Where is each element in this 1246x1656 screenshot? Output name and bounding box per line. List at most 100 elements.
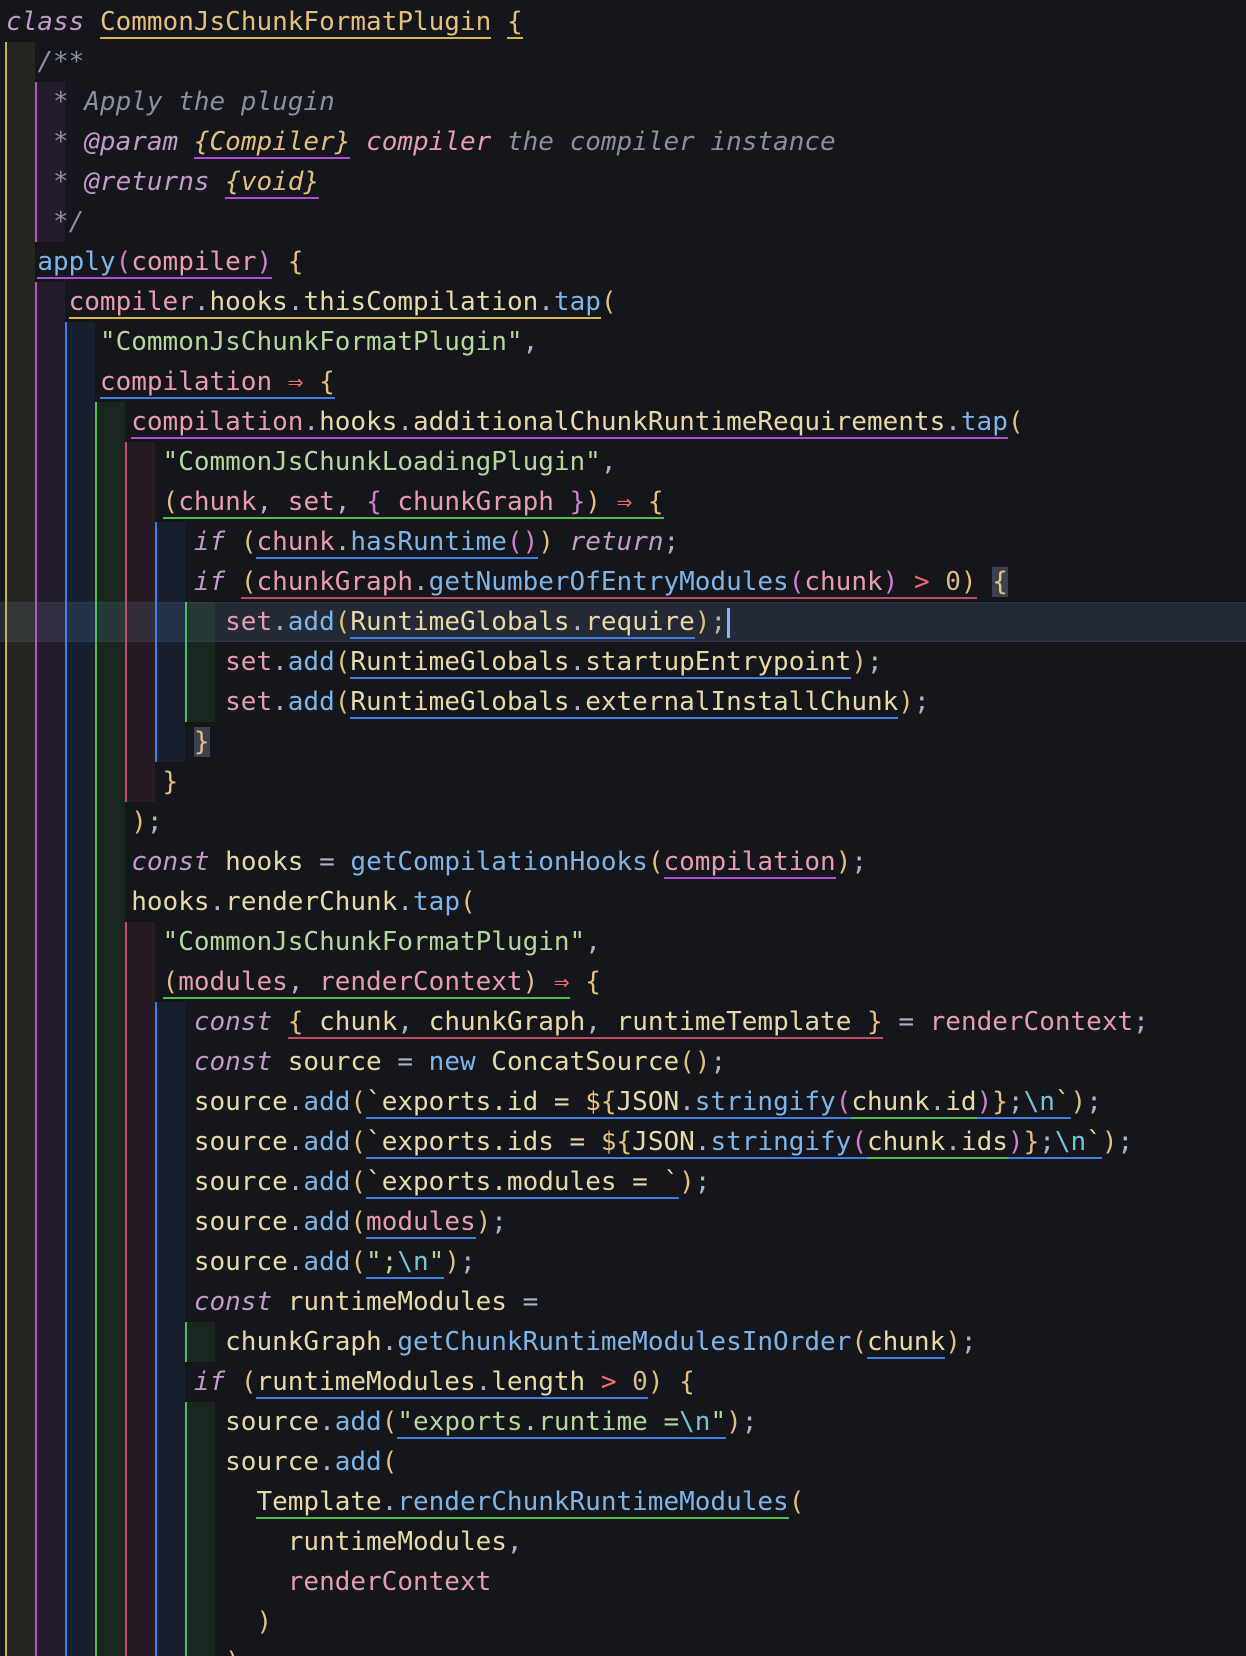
code-token: the compiler instance [491,127,836,157]
code-token: modules [366,1207,476,1239]
code-token: compilation [663,847,836,879]
code-line[interactable]: source.add( [6,1442,397,1482]
code-token: ( [459,887,476,917]
code-line[interactable]: */ [6,202,84,242]
code-token: getCompilationHooks [350,847,648,877]
code-token: tap [960,407,1008,439]
code-token: "exports.runtime = [397,1407,680,1439]
code-line[interactable]: apply(compiler) { [6,242,303,282]
code-line[interactable]: (modules, renderContext) ⇒ { [6,962,601,1002]
code-line[interactable]: const { chunk, chunkGraph, runtimeTempla… [6,1002,1149,1042]
code-token: \n [1023,1087,1055,1119]
code-line[interactable]: set.add(RuntimeGlobals.startupEntrypoint… [6,642,883,682]
code-line[interactable]: } [6,762,179,802]
code-line[interactable]: runtimeModules, [6,1522,523,1562]
code-token: } [569,487,586,519]
code-token: additionalChunkRuntimeRequirements [413,407,946,439]
code-line[interactable]: ) [6,1602,272,1642]
code-token [616,1367,633,1399]
code-line[interactable]: if (runtimeModules.length > 0) { [6,1362,695,1402]
code-line[interactable]: Template.renderChunkRuntimeModules( [6,1482,804,1522]
code-line[interactable]: ); [6,1642,256,1656]
code-token: hasRuntime [350,527,507,559]
code-token: id [945,1087,977,1119]
code-token: " [428,1247,445,1279]
code-line[interactable]: * @param {Compiler} compiler the compile… [6,122,836,162]
code-token: modules [178,967,288,999]
code-line[interactable]: set.add(RuntimeGlobals.externalInstallCh… [6,682,930,722]
code-line[interactable]: * @returns {void} [6,162,320,202]
code-token: . [413,567,429,599]
code-line[interactable]: compilation ⇒ { [6,362,335,402]
code-token: renderChunk [225,887,398,917]
code-token: length [491,1367,586,1399]
code-token: ⇒ [287,367,304,399]
code-token: { [287,247,304,277]
code-line[interactable]: "CommonJsChunkLoadingPlugin", [6,442,617,482]
code-token: set [225,607,273,637]
code-line[interactable]: source.add(modules); [6,1202,507,1242]
code-editor[interactable]: class CommonJsChunkFormatPlugin { /** * … [0,0,1246,1656]
code-token [538,967,554,999]
code-token: if [193,1367,226,1397]
code-line[interactable]: if (chunk.hasRuntime()) return; [6,522,679,562]
code-line[interactable]: const runtimeModules = [6,1282,538,1322]
code-line[interactable]: source.add("exports.runtime =\n"); [6,1402,757,1442]
code-line[interactable]: compilation.hooks.additionalChunkRuntime… [6,402,1024,442]
code-token: ; [459,1247,476,1277]
code-line[interactable]: (chunk, set, { chunkGraph }) ⇒ { [6,482,664,522]
code-token: . [303,407,320,439]
code-line[interactable]: "CommonJsChunkFormatPlugin", [6,322,538,362]
code-token: 0 [945,567,961,599]
code-line[interactable]: } [6,722,210,762]
code-token: runtimeModules [287,1527,507,1557]
code-token: ; [491,1207,507,1237]
code-line[interactable]: source.add(";\n"); [6,1242,476,1282]
code-token: stringify [694,1087,836,1119]
code-token: chunk [867,1127,946,1159]
code-token: getChunkRuntimeModulesInOrder [397,1327,852,1357]
code-line[interactable]: renderContext [6,1562,492,1602]
code-line[interactable]: "CommonJsChunkFormatPlugin", [6,922,601,962]
code-token: /** [37,47,85,77]
code-token [272,367,288,399]
code-line[interactable]: if (chunkGraph.getNumberOfEntryModules(c… [6,562,1008,602]
code-line[interactable]: set.add(RuntimeGlobals.require); [6,602,731,642]
code-token: , [585,1007,617,1039]
code-line[interactable]: /** [6,42,84,82]
code-line[interactable]: source.add(`exports.modules = `); [6,1162,710,1202]
code-line[interactable]: const hooks = getCompilationHooks(compil… [6,842,867,882]
code-line[interactable]: source.add(`exports.ids = ${JSON.stringi… [6,1122,1133,1162]
code-token: = [898,1007,914,1037]
code-line[interactable]: chunkGraph.getChunkRuntimeModulesInOrder… [6,1322,977,1362]
code-token: = [397,1047,414,1077]
code-token: . [381,1327,398,1357]
code-line[interactable]: hooks.renderChunk.tap( [6,882,476,922]
code-line[interactable]: * Apply the plugin [6,82,335,122]
code-token: runtimeModules [287,1287,507,1317]
code-token: * [52,167,85,197]
code-token: renderContext [319,967,523,999]
code-token: ( [334,687,351,717]
code-line[interactable]: ); [6,802,162,842]
code-line[interactable]: compiler.hooks.thisCompilation.tap( [6,282,617,322]
code-line[interactable]: class CommonJsChunkFormatPlugin { [6,2,523,42]
code-token [553,487,570,519]
code-line[interactable]: const source = new ConcatSource(); [6,1042,726,1082]
code-line[interactable]: source.add(`exports.id = ${JSON.stringif… [6,1082,1102,1122]
code-token: ; [1133,1007,1149,1037]
